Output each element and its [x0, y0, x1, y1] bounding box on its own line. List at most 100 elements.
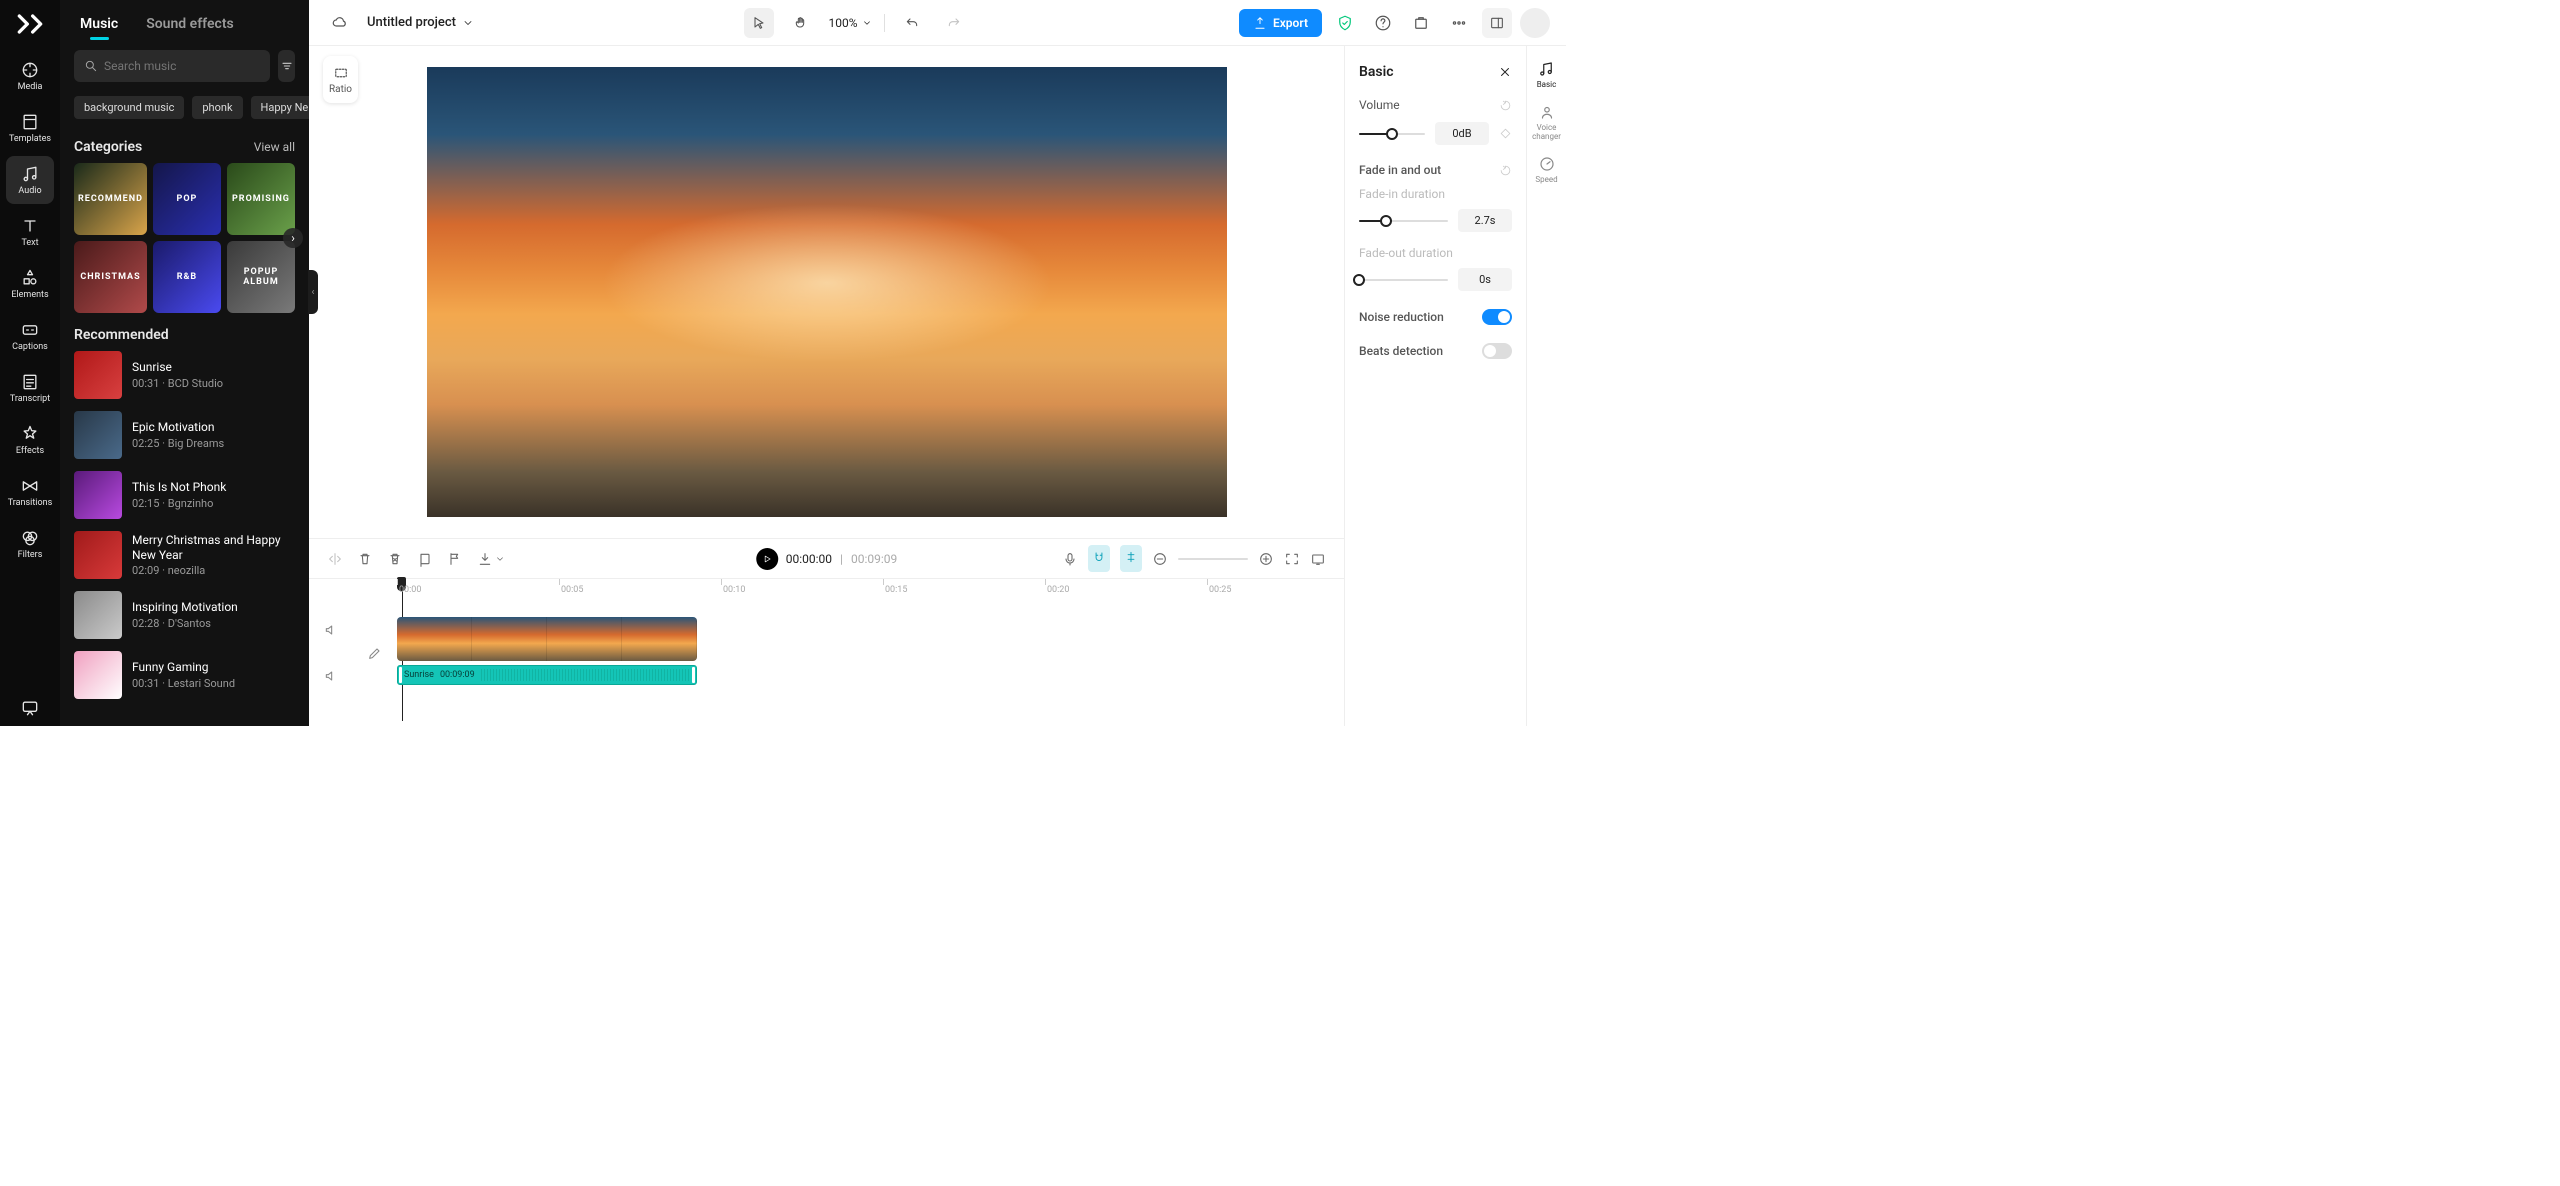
search-music-box[interactable] — [74, 50, 270, 82]
timeline-zoom-slider[interactable] — [1178, 558, 1248, 560]
fit-icon[interactable] — [1284, 551, 1300, 567]
track-title: Funny Gaming — [132, 660, 235, 674]
rail-item-effects[interactable]: Effects — [6, 416, 54, 464]
flag-icon[interactable] — [447, 551, 463, 567]
zoom-in-icon[interactable] — [1258, 551, 1274, 567]
app-logo[interactable] — [14, 8, 46, 40]
project-name[interactable]: Untitled project — [367, 15, 474, 30]
audio-clip[interactable]: Sunrise 00:09:09 — [397, 665, 697, 685]
undo-button[interactable] — [897, 8, 927, 38]
redo-button[interactable] — [939, 8, 969, 38]
panel-toggle-button[interactable] — [1482, 8, 1512, 38]
track-edit-icon[interactable] — [367, 645, 383, 661]
volume-slider[interactable] — [1359, 133, 1425, 135]
volume-value[interactable]: 0dB — [1435, 122, 1489, 145]
video-clip[interactable] — [397, 617, 697, 661]
reset-icon[interactable] — [1499, 99, 1512, 112]
track-title: Epic Motivation — [132, 420, 224, 434]
fade-out-slider[interactable] — [1359, 279, 1448, 281]
rail-item-audio[interactable]: Audio — [6, 156, 54, 204]
track-item[interactable]: Merry Christmas and Happy New Year 02:09… — [74, 531, 295, 579]
chip[interactable]: phonk — [192, 96, 242, 119]
rail-item-feedback[interactable] — [6, 690, 54, 726]
export-button[interactable]: Export — [1239, 9, 1322, 37]
timeline[interactable]: 00:0000:0500:1000:1500:2000:25 Sunrise 0… — [309, 578, 1344, 726]
rail-item-transcript[interactable]: Transcript — [6, 364, 54, 412]
filter-button[interactable] — [278, 50, 295, 82]
track-thumbnail — [74, 351, 122, 399]
timeline-ruler[interactable]: 00:0000:0500:1000:1500:2000:25 — [397, 579, 1344, 597]
category-card[interactable]: CHRISTMAS — [74, 241, 147, 313]
search-input[interactable] — [104, 59, 260, 73]
rail-item-templates[interactable]: Templates — [6, 104, 54, 152]
track-item[interactable]: Funny Gaming 00:31 · Lestari Sound — [74, 651, 295, 699]
track-mute-icon[interactable] — [323, 622, 339, 638]
magnet-icon[interactable] — [1088, 545, 1110, 572]
beats-detection-toggle[interactable] — [1482, 343, 1512, 359]
snap-icon[interactable] — [1120, 545, 1142, 572]
track-meta: 02:09 · neozilla — [132, 564, 295, 577]
noise-reduction-toggle[interactable] — [1482, 309, 1512, 325]
shield-icon[interactable] — [1330, 8, 1360, 38]
cloud-sync-icon[interactable] — [325, 8, 355, 38]
rail-item-filters[interactable]: Filters — [6, 520, 54, 568]
video-preview[interactable] — [427, 67, 1227, 517]
rail-item-elements[interactable]: Elements — [6, 260, 54, 308]
category-card[interactable]: PROMISING — [227, 163, 295, 235]
fade-in-slider[interactable] — [1359, 220, 1448, 222]
rail-item-captions[interactable]: Captions — [6, 312, 54, 360]
help-icon[interactable] — [1368, 8, 1398, 38]
track-item[interactable]: Epic Motivation 02:25 · Big Dreams — [74, 411, 295, 459]
keyframe-icon[interactable] — [1499, 127, 1512, 140]
crop-icon[interactable] — [387, 551, 403, 567]
chip[interactable]: background music — [74, 96, 184, 119]
delete-icon[interactable] — [357, 551, 373, 567]
zoom-level[interactable]: 100% — [828, 16, 871, 30]
categories-next-button[interactable]: › — [283, 228, 303, 248]
tab-sound-effects[interactable]: Sound effects — [146, 16, 234, 32]
chip[interactable]: Happy Ne — [251, 96, 309, 119]
marker-icon[interactable] — [417, 551, 433, 567]
chevron-down-icon — [495, 554, 505, 564]
rail-item-text[interactable]: Text — [6, 208, 54, 256]
inspector-tab-voice-changer[interactable]: Voice changer — [1527, 103, 1566, 141]
mic-icon[interactable] — [1062, 551, 1078, 567]
track-item[interactable]: Inspiring Motivation 02:28 · D'Santos — [74, 591, 295, 639]
split-icon[interactable] — [327, 551, 343, 567]
inspector-tab-speed[interactable]: Speed — [1535, 155, 1557, 184]
rail-item-transitions[interactable]: Transitions — [6, 468, 54, 516]
categories-view-all[interactable]: View all — [254, 140, 295, 154]
hand-tool[interactable] — [786, 8, 816, 38]
fade-in-value[interactable]: 2.7s — [1458, 209, 1512, 232]
category-card[interactable]: R&B — [153, 241, 221, 313]
more-icon[interactable] — [1444, 8, 1474, 38]
track-meta: 02:25 · Big Dreams — [132, 437, 224, 450]
close-icon[interactable] — [1498, 65, 1512, 79]
clip-handle-left[interactable] — [399, 667, 402, 683]
category-card[interactable]: RECOMMEND — [74, 163, 147, 235]
user-avatar[interactable] — [1520, 8, 1550, 38]
tab-music[interactable]: Music — [80, 16, 118, 32]
ratio-icon — [332, 64, 350, 82]
inspector-tab-basic[interactable]: Basic — [1537, 60, 1557, 89]
rail-item-media[interactable]: Media — [6, 52, 54, 100]
fullscreen-icon[interactable] — [1310, 551, 1326, 567]
download-dropdown[interactable] — [477, 551, 505, 567]
fade-out-value[interactable]: 0s — [1458, 268, 1512, 291]
category-card[interactable]: POPUP ALBUM — [227, 241, 295, 313]
collapse-side-panel[interactable]: ‹ — [308, 270, 318, 314]
ratio-button[interactable]: Ratio — [323, 56, 358, 103]
reset-icon[interactable] — [1499, 164, 1512, 177]
category-card[interactable]: POP — [153, 163, 221, 235]
track-item[interactable]: This Is Not Phonk 02:15 · Bgnzinho — [74, 471, 295, 519]
track-thumbnail — [74, 591, 122, 639]
audio-clip-time: 00:09:09 — [440, 670, 475, 680]
unknown-tool-icon[interactable] — [1406, 8, 1436, 38]
preview-area[interactable]: Ratio ‹ — [309, 46, 1344, 538]
track-item[interactable]: Sunrise 00:31 · BCD Studio — [74, 351, 295, 399]
play-button[interactable] — [756, 548, 778, 570]
clip-handle-right[interactable] — [692, 667, 695, 683]
zoom-out-icon[interactable] — [1152, 551, 1168, 567]
cursor-tool[interactable] — [744, 8, 774, 38]
track-mute-icon[interactable] — [323, 668, 339, 684]
